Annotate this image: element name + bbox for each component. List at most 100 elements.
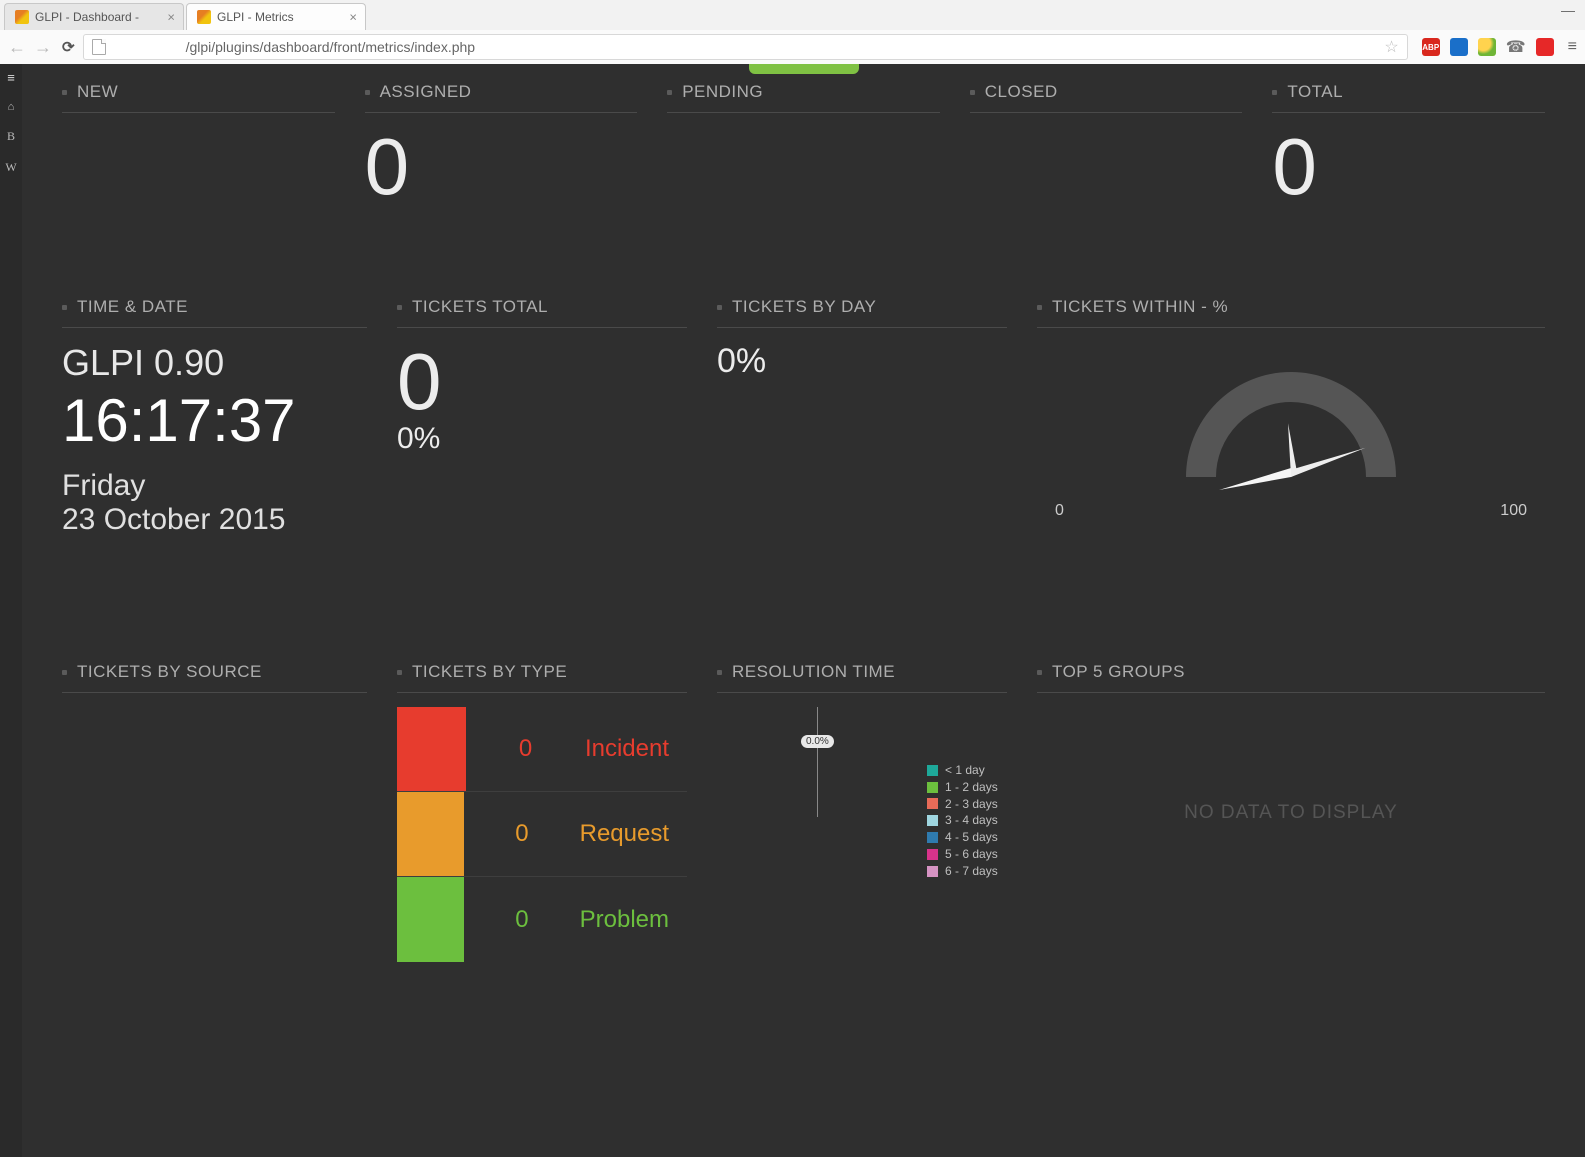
app-sidebar: ≡ ⌂ B W (0, 64, 22, 1157)
card-closed: CLOSED (970, 82, 1243, 207)
gauge-min: 0 (1055, 502, 1064, 520)
metrics-row-2: TIME & DATE GLPI 0.90 16:17:37 Friday 23… (62, 297, 1545, 542)
close-icon[interactable]: × (349, 10, 357, 25)
ext-blue-icon[interactable] (1450, 38, 1468, 56)
gauge-svg (1161, 342, 1421, 512)
type-swatch (397, 707, 466, 791)
card-header: TICKETS TOTAL (397, 297, 687, 328)
tab-favicon (15, 10, 29, 24)
window-controls: — (1561, 2, 1575, 18)
gauge-chart: 0 100 (1037, 342, 1545, 542)
legend-label: 4 - 5 days (945, 829, 998, 846)
card-value: 0 (365, 127, 638, 207)
nav-back-icon[interactable]: ← (8, 37, 26, 58)
sidebar-link-w[interactable]: W (5, 160, 16, 175)
type-row-request: 0 Request (397, 792, 687, 877)
browser-chrome: GLPI - Dashboard - × GLPI - Metrics × — … (0, 0, 1585, 64)
resolution-axis: 0.0% (807, 707, 927, 927)
status-row: NEW ASSIGNED 0 PENDING CLOSED TOTAL 0 (62, 82, 1545, 207)
card-header: TICKETS BY SOURCE (62, 662, 367, 693)
resolution-legend: < 1 day 1 - 2 days 2 - 3 days 3 - 4 days… (927, 762, 998, 927)
ext-red-icon[interactable] (1536, 38, 1554, 56)
app-version: GLPI 0.90 (62, 342, 367, 384)
card-tickets-by-source: TICKETS BY SOURCE (62, 662, 367, 962)
card-resolution-time: RESOLUTION TIME 0.0% < 1 day 1 - 2 days … (717, 662, 1007, 962)
card-value: 0 (1272, 127, 1545, 207)
card-header: RESOLUTION TIME (717, 662, 1007, 693)
page-body: ≡ ⌂ B W NEW ASSIGNED 0 PENDING CLOSED (0, 64, 1585, 1157)
browser-tab-dashboard[interactable]: GLPI - Dashboard - × (4, 3, 184, 30)
card-new: NEW (62, 82, 335, 207)
type-label: Incident (585, 707, 687, 791)
close-icon[interactable]: × (167, 10, 175, 25)
card-tickets-by-day: TICKETS BY DAY 0% (717, 297, 1007, 542)
tab-title: GLPI - Metrics (217, 10, 294, 24)
sidebar-link-b[interactable]: B (7, 129, 15, 144)
metrics-row-3: TICKETS BY SOURCE TICKETS BY TYPE 0 Inci… (62, 662, 1545, 962)
card-tickets-within: TICKETS WITHIN - % 0 100 (1037, 297, 1545, 542)
bookmark-star-icon[interactable]: ☆ (1384, 37, 1398, 57)
legend-swatch (927, 866, 938, 877)
top-accent-pill (749, 64, 859, 74)
card-header: TIME & DATE (62, 297, 367, 328)
dashboard-content: NEW ASSIGNED 0 PENDING CLOSED TOTAL 0 (22, 64, 1585, 1157)
ext-phone-icon[interactable]: ☎ (1506, 37, 1526, 57)
no-data-message: no data to display (1037, 707, 1545, 824)
legend-swatch (927, 849, 938, 860)
legend-swatch (927, 815, 938, 826)
reload-icon[interactable]: ⟳ (62, 38, 75, 56)
nav-bar: ← → ⟳ /glpi/plugins/dashboard/front/metr… (0, 30, 1585, 64)
zero-badge: 0.0% (801, 735, 834, 748)
tickets-by-day-pct: 0% (717, 342, 1007, 381)
card-header: TICKETS BY TYPE (397, 662, 687, 693)
legend-label: 3 - 4 days (945, 812, 998, 829)
card-tickets-by-type: TICKETS BY TYPE 0 Incident 0 Request (397, 662, 687, 962)
resolution-chart: 0.0% < 1 day 1 - 2 days 2 - 3 days 3 - 4… (717, 707, 1007, 927)
tab-favicon (197, 10, 211, 24)
legend-row: 3 - 4 days (927, 812, 998, 829)
legend-label: 1 - 2 days (945, 779, 998, 796)
tickets-total-value: 0 (397, 342, 687, 422)
type-label: Request (580, 792, 687, 876)
card-header: TOTAL (1272, 82, 1545, 113)
app-menu-icon[interactable]: ≡ (7, 70, 15, 85)
extension-icons: ABP ☎ ≡ (1422, 37, 1577, 57)
card-pending: PENDING (667, 82, 940, 207)
type-label: Problem (580, 877, 687, 962)
legend-label: 2 - 3 days (945, 796, 998, 813)
type-list: 0 Incident 0 Request 0 Problem (397, 707, 687, 962)
type-swatch (397, 877, 464, 962)
type-swatch (397, 792, 464, 876)
legend-swatch (927, 832, 938, 843)
type-row-incident: 0 Incident (397, 707, 687, 792)
card-header: ASSIGNED (365, 82, 638, 113)
axis-line (817, 707, 818, 817)
home-icon[interactable]: ⌂ (8, 101, 15, 113)
url-text: /glpi/plugins/dashboard/front/metrics/in… (186, 39, 476, 55)
card-header: PENDING (667, 82, 940, 113)
tab-title: GLPI - Dashboard - (35, 10, 139, 24)
card-top-groups: TOP 5 GROUPS no data to display (1037, 662, 1545, 962)
card-assigned: ASSIGNED 0 (365, 82, 638, 207)
legend-swatch (927, 798, 938, 809)
legend-row: 2 - 3 days (927, 796, 998, 813)
nav-forward-icon[interactable]: → (34, 37, 52, 58)
legend-row: 5 - 6 days (927, 846, 998, 863)
ext-abp-icon[interactable]: ABP (1422, 38, 1440, 56)
card-header: NEW (62, 82, 335, 113)
card-tickets-total: TICKETS TOTAL 0 0% (397, 297, 687, 542)
gauge-max: 100 (1500, 502, 1527, 520)
minimize-icon[interactable]: — (1561, 2, 1575, 18)
weekday: Friday (62, 469, 367, 503)
legend-label: 5 - 6 days (945, 846, 998, 863)
browser-tab-metrics[interactable]: GLPI - Metrics × (186, 3, 366, 30)
legend-row: 4 - 5 days (927, 829, 998, 846)
gauge-labels: 0 100 (1037, 502, 1545, 520)
tab-strip: GLPI - Dashboard - × GLPI - Metrics × — (0, 0, 1585, 30)
type-count: 0 (464, 877, 579, 962)
url-bar[interactable]: /glpi/plugins/dashboard/front/metrics/in… (83, 34, 1408, 60)
tickets-total-pct: 0% (397, 422, 687, 456)
ext-green-icon[interactable] (1478, 38, 1496, 56)
type-count: 0 (466, 707, 585, 791)
browser-menu-icon[interactable]: ≡ (1568, 38, 1577, 56)
